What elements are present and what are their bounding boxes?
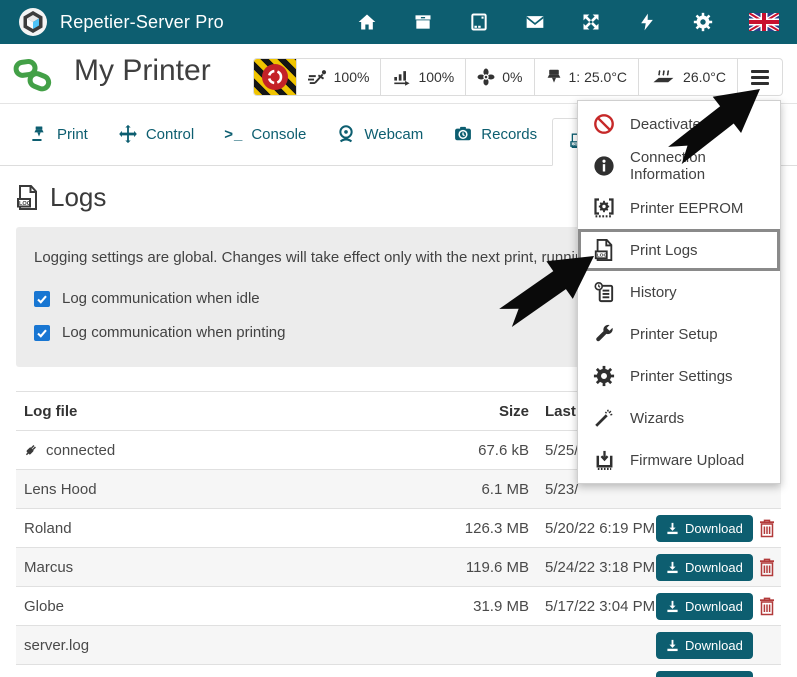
flow-value: 100% bbox=[418, 69, 454, 85]
control-icon bbox=[118, 124, 138, 144]
bed-value: 26.0°C bbox=[683, 69, 726, 85]
menu-item-print-logs[interactable]: LOG Print Logs bbox=[578, 229, 780, 271]
svg-text:LOG: LOG bbox=[19, 201, 31, 207]
log-printing-label: Log communication when printing bbox=[62, 324, 285, 341]
bed-temp[interactable]: 26.0°C bbox=[638, 59, 737, 95]
menu-item-history[interactable]: History bbox=[578, 271, 780, 313]
menu-item-printer-setup[interactable]: Printer Setup bbox=[578, 313, 780, 355]
print-icon bbox=[29, 124, 49, 144]
menu-item-deactivate[interactable]: Deactivate bbox=[578, 103, 780, 145]
col-size: Size bbox=[443, 403, 533, 420]
flag-gb-icon[interactable] bbox=[749, 13, 779, 31]
brand[interactable]: Repetier-Server Pro bbox=[18, 7, 224, 37]
col-logfile: Log file bbox=[16, 403, 443, 420]
home-icon[interactable] bbox=[357, 12, 377, 32]
speed-icon bbox=[308, 68, 327, 86]
svg-text:LOG: LOG bbox=[597, 253, 608, 259]
tab-print[interactable]: Print bbox=[14, 103, 103, 165]
flow-multiplier[interactable]: 100% bbox=[380, 59, 465, 95]
extruder-value: 1: 25.0°C bbox=[569, 69, 628, 85]
expand-icon[interactable] bbox=[581, 12, 601, 32]
table-row: syslog Download bbox=[16, 664, 781, 677]
gear-icon[interactable] bbox=[693, 12, 713, 32]
delete-icon[interactable] bbox=[759, 558, 775, 577]
log-idle-checkbox[interactable] bbox=[34, 291, 50, 307]
printer-title: My Printer bbox=[74, 54, 211, 88]
table-row: Roland 126.3 MB 5/20/22 6:19 PM Download bbox=[16, 508, 781, 547]
tab-webcam[interactable]: Webcam bbox=[321, 103, 438, 165]
download-button[interactable]: Download bbox=[656, 632, 753, 659]
history-icon bbox=[592, 280, 616, 304]
download-button[interactable]: Download bbox=[656, 593, 753, 620]
menu-item-firmware-upload[interactable]: Firmware Upload bbox=[578, 439, 780, 481]
fan-value: 0% bbox=[502, 69, 522, 85]
wrench-icon bbox=[592, 322, 616, 346]
fan-status[interactable]: 0% bbox=[465, 59, 533, 95]
download-button[interactable]: Download bbox=[656, 554, 753, 581]
log-printing-checkbox[interactable] bbox=[34, 325, 50, 341]
menu-item-printer-settings[interactable]: Printer Settings bbox=[578, 355, 780, 397]
printer-header: My Printer 100% bbox=[0, 44, 797, 104]
top-navbar: Repetier-Server Pro bbox=[0, 0, 797, 44]
tab-control[interactable]: Control bbox=[103, 103, 209, 165]
delete-icon[interactable] bbox=[759, 519, 775, 538]
wand-icon bbox=[592, 406, 616, 430]
plug-icon bbox=[24, 443, 38, 457]
printer-dropdown-menu: Deactivate Connection Information Printe… bbox=[577, 100, 781, 484]
page-title: Logs bbox=[50, 182, 106, 213]
eeprom-icon bbox=[592, 196, 616, 220]
records-icon bbox=[453, 124, 473, 144]
menu-item-connection-information[interactable]: Connection Information bbox=[578, 145, 780, 187]
table-row: Marcus 119.6 MB 5/24/22 3:18 PM Download bbox=[16, 547, 781, 586]
app-logo bbox=[18, 7, 48, 37]
emergency-stop-icon bbox=[262, 64, 288, 90]
speed-value: 100% bbox=[334, 69, 370, 85]
log-file-icon: LOG bbox=[592, 238, 616, 262]
menu-item-wizards[interactable]: Wizards bbox=[578, 397, 780, 439]
extruder-temp[interactable]: 1: 25.0°C bbox=[534, 59, 639, 95]
bolt-icon[interactable] bbox=[637, 12, 657, 32]
gear-icon bbox=[592, 364, 616, 388]
flow-icon bbox=[392, 68, 411, 86]
emergency-stop-button[interactable] bbox=[254, 59, 296, 95]
speed-multiplier[interactable]: 100% bbox=[296, 59, 381, 95]
models-icon[interactable] bbox=[469, 12, 489, 32]
logs-heading-icon: LOG bbox=[16, 184, 40, 211]
link-icon bbox=[13, 56, 53, 94]
ban-icon bbox=[592, 112, 616, 136]
download-button[interactable]: Download bbox=[656, 671, 753, 677]
fan-icon bbox=[477, 68, 495, 86]
extruder-icon bbox=[546, 68, 562, 86]
archive-icon[interactable] bbox=[413, 12, 433, 32]
table-row: Globe 31.9 MB 5/17/22 3:04 PM Download bbox=[16, 586, 781, 625]
download-button[interactable]: Download bbox=[656, 515, 753, 542]
tab-records[interactable]: Records bbox=[438, 103, 552, 165]
delete-icon[interactable] bbox=[759, 597, 775, 616]
log-idle-label: Log communication when idle bbox=[62, 290, 260, 307]
table-row: server.log Download bbox=[16, 625, 781, 664]
app-title: Repetier-Server Pro bbox=[60, 12, 224, 33]
firmware-upload-icon bbox=[592, 448, 616, 472]
mail-icon[interactable] bbox=[525, 12, 545, 32]
heated-bed-icon bbox=[650, 68, 676, 86]
tab-console[interactable]: >_ Console bbox=[209, 103, 321, 165]
console-icon: >_ bbox=[224, 126, 243, 143]
printer-menu-button[interactable] bbox=[737, 59, 782, 95]
webcam-icon bbox=[336, 124, 356, 144]
info-icon bbox=[592, 154, 616, 178]
menu-item-printer-eeprom[interactable]: Printer EEPROM bbox=[578, 187, 780, 229]
printer-statusbar: 100% 100% 0% bbox=[253, 58, 783, 96]
